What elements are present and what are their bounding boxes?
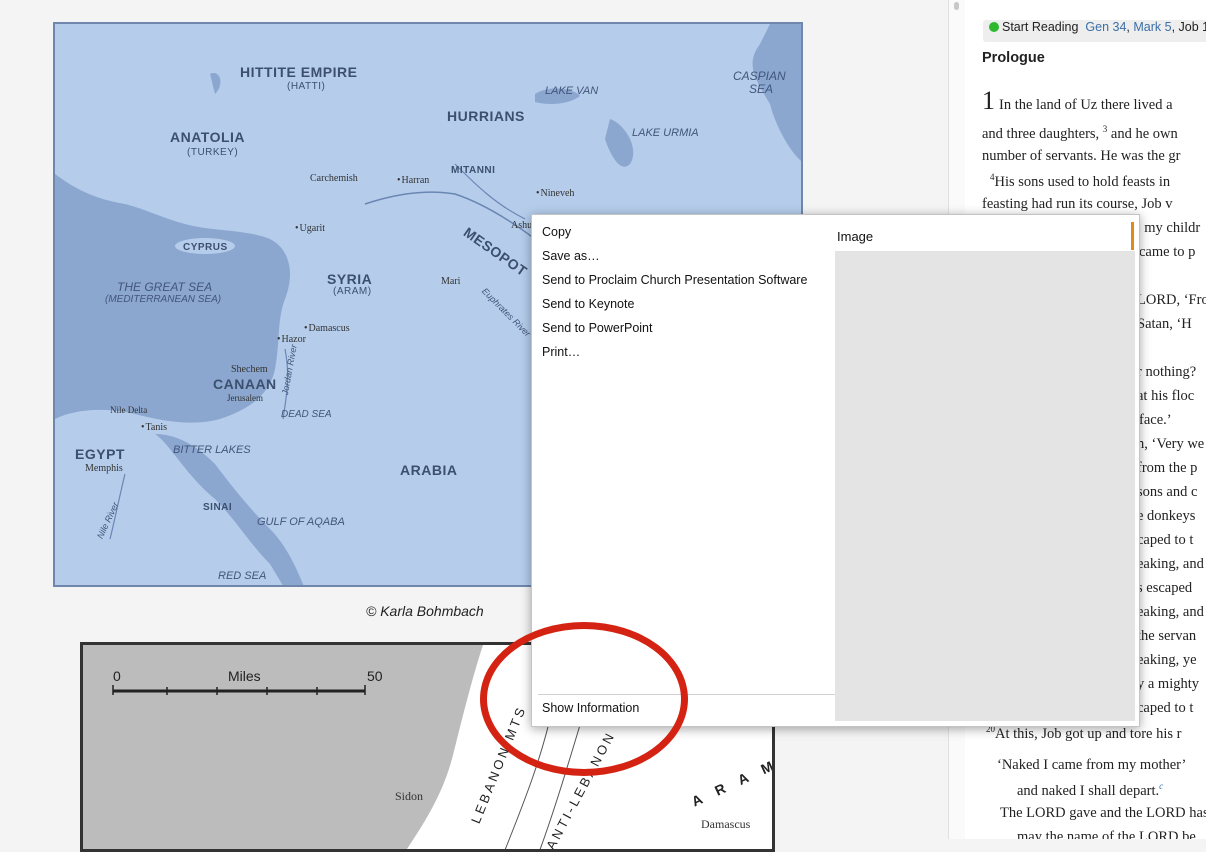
verse-line: LORD, ‘From bbox=[1137, 292, 1206, 308]
verse-line: The LORD gave and the LORD has bbox=[1000, 805, 1206, 821]
chapter-number: 1 bbox=[982, 86, 995, 115]
verse-line: and three daughters, 3 and he own bbox=[982, 124, 1178, 142]
label-great-sea: THE GREAT SEA bbox=[117, 280, 213, 294]
label-anatolia: ANATOLIA bbox=[170, 129, 246, 145]
menu-item-show-information[interactable]: Show Information bbox=[542, 701, 639, 715]
city-carchemish: Carchemish bbox=[310, 173, 358, 184]
verse-line: y a mighty bbox=[1137, 676, 1200, 692]
city-nineveh: Nineveh bbox=[536, 188, 575, 199]
verse-line: number of servants. He was the gr bbox=[982, 148, 1181, 164]
menu-item-print[interactable]: Print… bbox=[542, 345, 580, 359]
label-aram: (ARAM) bbox=[333, 286, 372, 297]
city-hazor: Hazor bbox=[277, 334, 306, 345]
city-nile-delta: Nile Delta bbox=[110, 405, 148, 415]
context-menu: Copy Save as… Send to Proclaim Church Pr… bbox=[531, 214, 1140, 727]
verse-line: 1 In the land of Uz there lived a bbox=[982, 86, 1173, 115]
verse-line: sons and c bbox=[1137, 484, 1198, 500]
verse-line: may the name of the LORD be bbox=[1017, 829, 1196, 839]
menu-item-copy[interactable]: Copy bbox=[542, 225, 571, 239]
verse-line: 4His sons used to hold feasts in bbox=[990, 172, 1171, 190]
verse-line: Satan, ‘H bbox=[1137, 316, 1192, 332]
label-arabia: ARABIA bbox=[400, 462, 458, 478]
label-red-sea: RED SEA bbox=[218, 570, 267, 582]
verse-line: eaking, and bbox=[1137, 604, 1204, 620]
label-sinai: SINAI bbox=[203, 502, 233, 513]
verse-line: the servan bbox=[1137, 628, 1197, 644]
menu-item-send-proclaim[interactable]: Send to Proclaim Church Presentation Sof… bbox=[542, 273, 807, 287]
label-egypt: EGYPT bbox=[75, 446, 125, 462]
verse-line: r nothing? bbox=[1137, 364, 1197, 380]
city-damascus: Damascus bbox=[304, 323, 350, 334]
label-hittite-empire: HITTITE EMPIRE bbox=[240, 64, 358, 80]
menu-separator bbox=[538, 694, 836, 695]
status-dot-icon bbox=[989, 22, 999, 32]
label-cyprus: CYPRUS bbox=[183, 242, 228, 253]
city-damascus-2: Damascus bbox=[701, 817, 751, 831]
label-dead-sea: DEAD SEA bbox=[281, 409, 332, 420]
label-canaan: CANAAN bbox=[213, 376, 277, 392]
city-ashur: Ashu bbox=[511, 220, 533, 231]
verse-line: n, ‘Very we bbox=[1137, 436, 1205, 452]
verse-line: and naked I shall depart.c bbox=[1017, 781, 1164, 799]
reading-ref-job[interactable]: Job 1 bbox=[1179, 20, 1206, 34]
verse-line: came to p bbox=[1139, 244, 1196, 260]
city-memphis: Memphis bbox=[85, 463, 123, 474]
menu-item-send-powerpoint[interactable]: Send to PowerPoint bbox=[542, 321, 653, 335]
city-ugarit: Ugarit bbox=[295, 223, 326, 234]
label-lake-urmia: LAKE URMIA bbox=[632, 127, 699, 139]
start-reading-bar[interactable]: Start Reading Gen 34, Mark 5, Job 1 bbox=[983, 20, 1206, 42]
verse-line: e donkeys bbox=[1137, 508, 1196, 524]
verse-line: at his floc bbox=[1137, 388, 1195, 404]
verse-line: caped to t bbox=[1137, 532, 1194, 548]
scrollbar-thumb[interactable] bbox=[954, 2, 959, 10]
scale-zero: 0 bbox=[113, 668, 121, 684]
label-hatti: (HATTI) bbox=[287, 81, 326, 92]
footnote-marker[interactable]: c bbox=[1159, 781, 1163, 791]
label-mediterranean: (MEDITERRANEAN SEA) bbox=[105, 294, 222, 305]
label-gulf-aqaba: GULF OF AQABA bbox=[257, 516, 345, 528]
verse-line: face.’ bbox=[1139, 412, 1172, 428]
label-caspian-sea: SEA bbox=[749, 82, 774, 96]
city-harran: Harran bbox=[397, 175, 430, 186]
verse-line: caped to t bbox=[1137, 700, 1194, 716]
label-hurrians: HURRIANS bbox=[447, 108, 525, 124]
label-bitter-lakes: BITTER LAKES bbox=[173, 444, 251, 456]
reading-ref-gen[interactable]: Gen 34 bbox=[1085, 20, 1126, 34]
verse-line: s my childr bbox=[1135, 220, 1201, 236]
label-caspian: CASPIAN bbox=[733, 69, 786, 83]
verse-line: s escaped bbox=[1137, 580, 1193, 596]
label-turkey: (TURKEY) bbox=[187, 147, 239, 158]
scale-unit: Miles bbox=[228, 668, 261, 684]
verse-line: ‘Naked I came from my mother’ bbox=[997, 757, 1187, 773]
label-syria: SYRIA bbox=[327, 271, 373, 287]
city-shechem: Shechem bbox=[231, 364, 268, 375]
verse-number: 3 bbox=[1102, 124, 1108, 134]
verse-line: from the p bbox=[1137, 460, 1198, 476]
reading-ref-mark[interactable]: Mark 5 bbox=[1133, 20, 1171, 34]
city-mari: Mari bbox=[441, 276, 461, 287]
image-preview bbox=[835, 251, 1135, 721]
preview-title: Image bbox=[837, 229, 874, 244]
city-tanis: Tanis bbox=[141, 422, 168, 433]
start-reading-label[interactable]: Start Reading bbox=[1002, 20, 1078, 34]
menu-item-save-as[interactable]: Save as… bbox=[542, 249, 600, 263]
city-sidon: Sidon bbox=[395, 789, 424, 803]
preview-accent-bar bbox=[1131, 222, 1134, 250]
section-heading: Prologue bbox=[982, 50, 1045, 66]
city-jerusalem: Jerusalem bbox=[227, 393, 263, 403]
verse-line: eaking, and bbox=[1137, 556, 1204, 572]
scale-max: 50 bbox=[367, 668, 383, 684]
label-mitanni: MITANNI bbox=[451, 165, 496, 176]
label-lake-van: LAKE VAN bbox=[545, 85, 599, 97]
map-credit: © Karla Bohmbach bbox=[366, 603, 484, 619]
verse-line: eaking, ye bbox=[1137, 652, 1197, 668]
verse-line: feasting had run its course, Job v bbox=[982, 196, 1173, 212]
menu-item-send-keynote[interactable]: Send to Keynote bbox=[542, 297, 634, 311]
